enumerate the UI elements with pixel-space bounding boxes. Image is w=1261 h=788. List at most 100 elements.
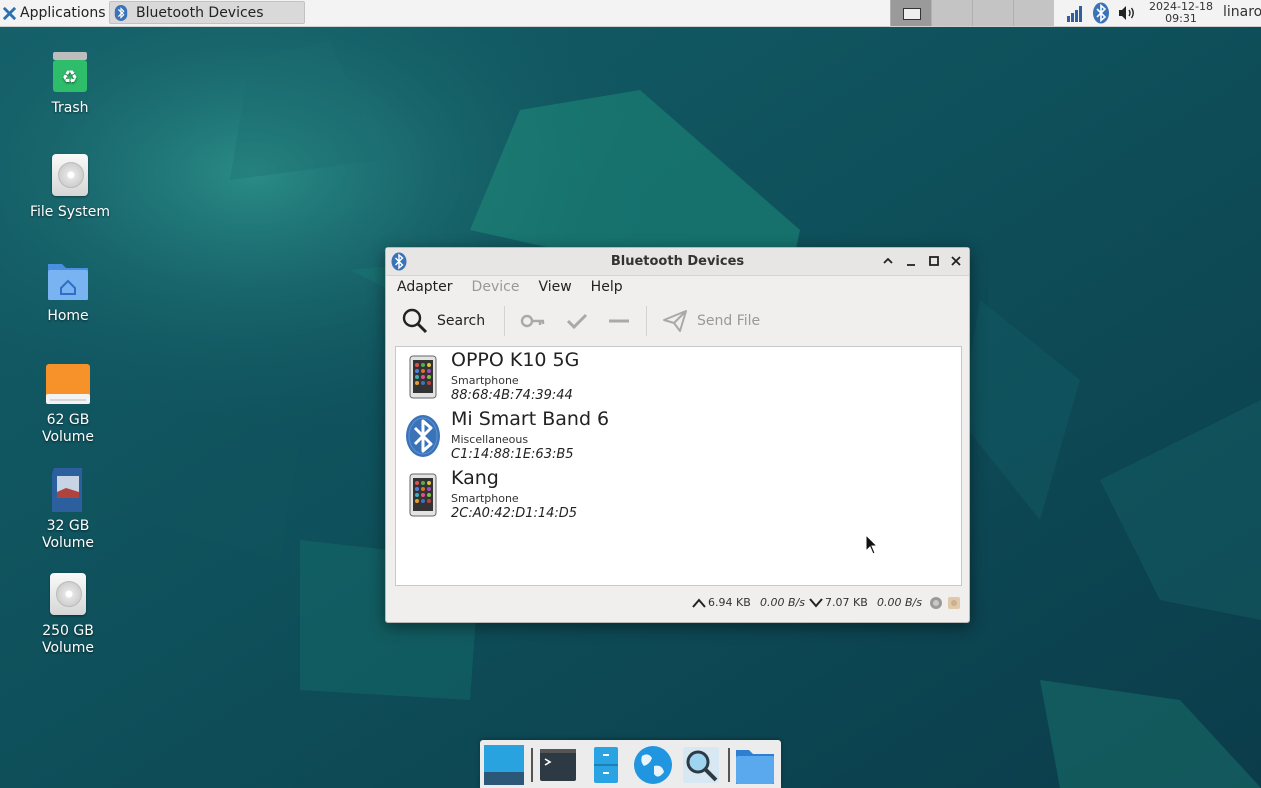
download-rate: 0.00 B/s — [877, 596, 922, 609]
applications-menu[interactable]: Applications ⠇ — [2, 0, 118, 26]
device-row[interactable]: Mi Smart Band 6 Miscellaneous C1:14:88:1… — [396, 406, 961, 465]
top-panel: Applications ⠇ Bluetooth Devices 2024-12… — [0, 0, 1261, 27]
send-icon — [663, 310, 687, 332]
smartphone-icon — [409, 355, 437, 399]
drive-icon — [46, 360, 90, 408]
chevron-up-icon — [883, 257, 893, 264]
menu-help[interactable]: Help — [583, 276, 631, 298]
svg-text:♻: ♻ — [62, 67, 78, 88]
device-type: Miscellaneous — [451, 433, 529, 446]
desktop-icon-file-system[interactable]: File System — [20, 152, 120, 221]
send-file-label: Send File — [697, 313, 761, 329]
desktop-icon-32gb-volume[interactable]: 32 GB Volume — [18, 466, 118, 552]
terminal-icon[interactable] — [537, 744, 579, 786]
key-icon — [520, 314, 545, 328]
device-address: 88:68:4B:74:39:44 — [451, 388, 573, 403]
menu-bar: Adapter Device View Help — [386, 276, 969, 298]
toolbar-separator — [646, 306, 647, 336]
menu-adapter[interactable]: Adapter — [389, 276, 461, 298]
dock — [480, 740, 781, 788]
upload-total: 6.94 KB — [708, 596, 751, 609]
upload-arrow-icon — [692, 598, 706, 608]
taskbar-button-bluetooth-devices[interactable]: Bluetooth Devices — [109, 1, 305, 24]
web-browser-icon[interactable] — [632, 744, 674, 786]
remove-button[interactable] — [606, 300, 632, 342]
bluetooth-icon — [114, 4, 128, 21]
smartphone-icon — [409, 473, 437, 517]
folder-icon[interactable] — [734, 744, 776, 786]
applications-label: Applications — [20, 5, 106, 21]
close-button[interactable] — [948, 253, 964, 269]
checkmark-icon — [566, 313, 588, 330]
status-bar: 6.94 KB 0.00 B/s 7.07 KB 0.00 B/s — [386, 592, 969, 614]
device-address: 2C:A0:42:D1:14:D5 — [451, 506, 578, 521]
user-menu[interactable]: linaro — [1223, 0, 1261, 26]
desktop-icon-label: Trash — [51, 100, 89, 116]
drive-icon — [46, 571, 90, 619]
app-finder-icon[interactable] — [680, 744, 722, 786]
desktop-icon-62gb-volume[interactable]: 62 GB Volume — [18, 360, 118, 446]
trust-button[interactable] — [564, 300, 590, 342]
menu-device[interactable]: Device — [464, 276, 528, 298]
device-type: Smartphone — [451, 492, 519, 505]
device-row[interactable]: Kang Smartphone 2C:A0:42:D1:14:D5 — [396, 465, 961, 524]
upload-rate: 0.00 B/s — [760, 596, 805, 609]
clock[interactable]: 2024-12-18 09:31 — [1146, 0, 1216, 27]
search-icon — [402, 308, 428, 334]
dock-separator — [531, 748, 533, 782]
shade-button[interactable] — [880, 253, 896, 269]
workspace-1[interactable] — [890, 0, 931, 26]
xfce-logo-icon — [2, 6, 17, 20]
window-thumbnail — [903, 8, 921, 20]
taskbar-button-label: Bluetooth Devices — [136, 4, 264, 21]
download-total: 7.07 KB — [825, 596, 868, 609]
desktop-icon-label: File System — [29, 204, 111, 220]
volume-icon[interactable] — [1118, 5, 1136, 21]
bluetooth-icon[interactable] — [1092, 2, 1110, 24]
desktop-icon-label: 250 GB Volume — [41, 623, 95, 656]
trash-icon: ♻ — [48, 48, 92, 96]
home-folder-icon — [46, 256, 90, 304]
desktop-icon-label: 62 GB Volume — [41, 412, 95, 445]
remove-icon — [609, 319, 629, 323]
bluetooth-icon — [406, 415, 440, 457]
maximize-icon — [929, 256, 939, 266]
toolbar: Search Send File — [386, 300, 969, 342]
desktop-icon-trash[interactable]: ♻ Trash — [20, 48, 120, 117]
device-address: C1:14:88:1E:63:B5 — [451, 447, 574, 462]
device-type: Smartphone — [451, 374, 519, 387]
minimize-button[interactable] — [903, 253, 919, 269]
desktop-icon-label: 32 GB Volume — [41, 518, 95, 551]
search-button[interactable]: Search — [402, 300, 485, 342]
desktop-icon-250gb-volume[interactable]: 250 GB Volume — [18, 571, 118, 657]
device-name: Mi Smart Band 6 — [451, 408, 610, 430]
network-signal-icon[interactable] — [1066, 5, 1084, 22]
workspace-4[interactable] — [1013, 0, 1054, 26]
desktop-icon-home[interactable]: Home — [18, 256, 118, 325]
device-name: OPPO K10 5G — [451, 349, 580, 371]
show-desktop-icon[interactable] — [483, 744, 525, 786]
download-arrow-icon — [809, 598, 823, 608]
sd-card-icon — [46, 466, 90, 514]
drive-icon — [48, 152, 92, 200]
menu-view[interactable]: View — [530, 276, 579, 298]
pair-button[interactable] — [520, 300, 546, 342]
file-manager-icon[interactable] — [585, 744, 627, 786]
close-icon — [951, 256, 961, 266]
send-file-button[interactable]: Send File — [662, 300, 760, 342]
dock-separator — [728, 748, 730, 782]
transmit-indicator-icon — [930, 597, 942, 609]
workspace-3[interactable] — [972, 0, 1013, 26]
desktop-icon-label: Home — [47, 308, 89, 324]
receive-indicator-icon — [948, 597, 960, 609]
clock-time: 09:31 — [1165, 12, 1197, 25]
search-label: Search — [437, 313, 486, 329]
maximize-button[interactable] — [926, 253, 942, 269]
device-row[interactable]: OPPO K10 5G Smartphone 88:68:4B:74:39:44 — [396, 347, 961, 406]
bluetooth-devices-window: Bluetooth Devices Adapter Device View He… — [385, 247, 970, 623]
minimize-icon — [907, 264, 915, 266]
mouse-cursor-icon — [865, 534, 879, 555]
title-bar[interactable]: Bluetooth Devices — [386, 248, 969, 276]
toolbar-separator — [504, 306, 505, 336]
workspace-2[interactable] — [931, 0, 972, 26]
